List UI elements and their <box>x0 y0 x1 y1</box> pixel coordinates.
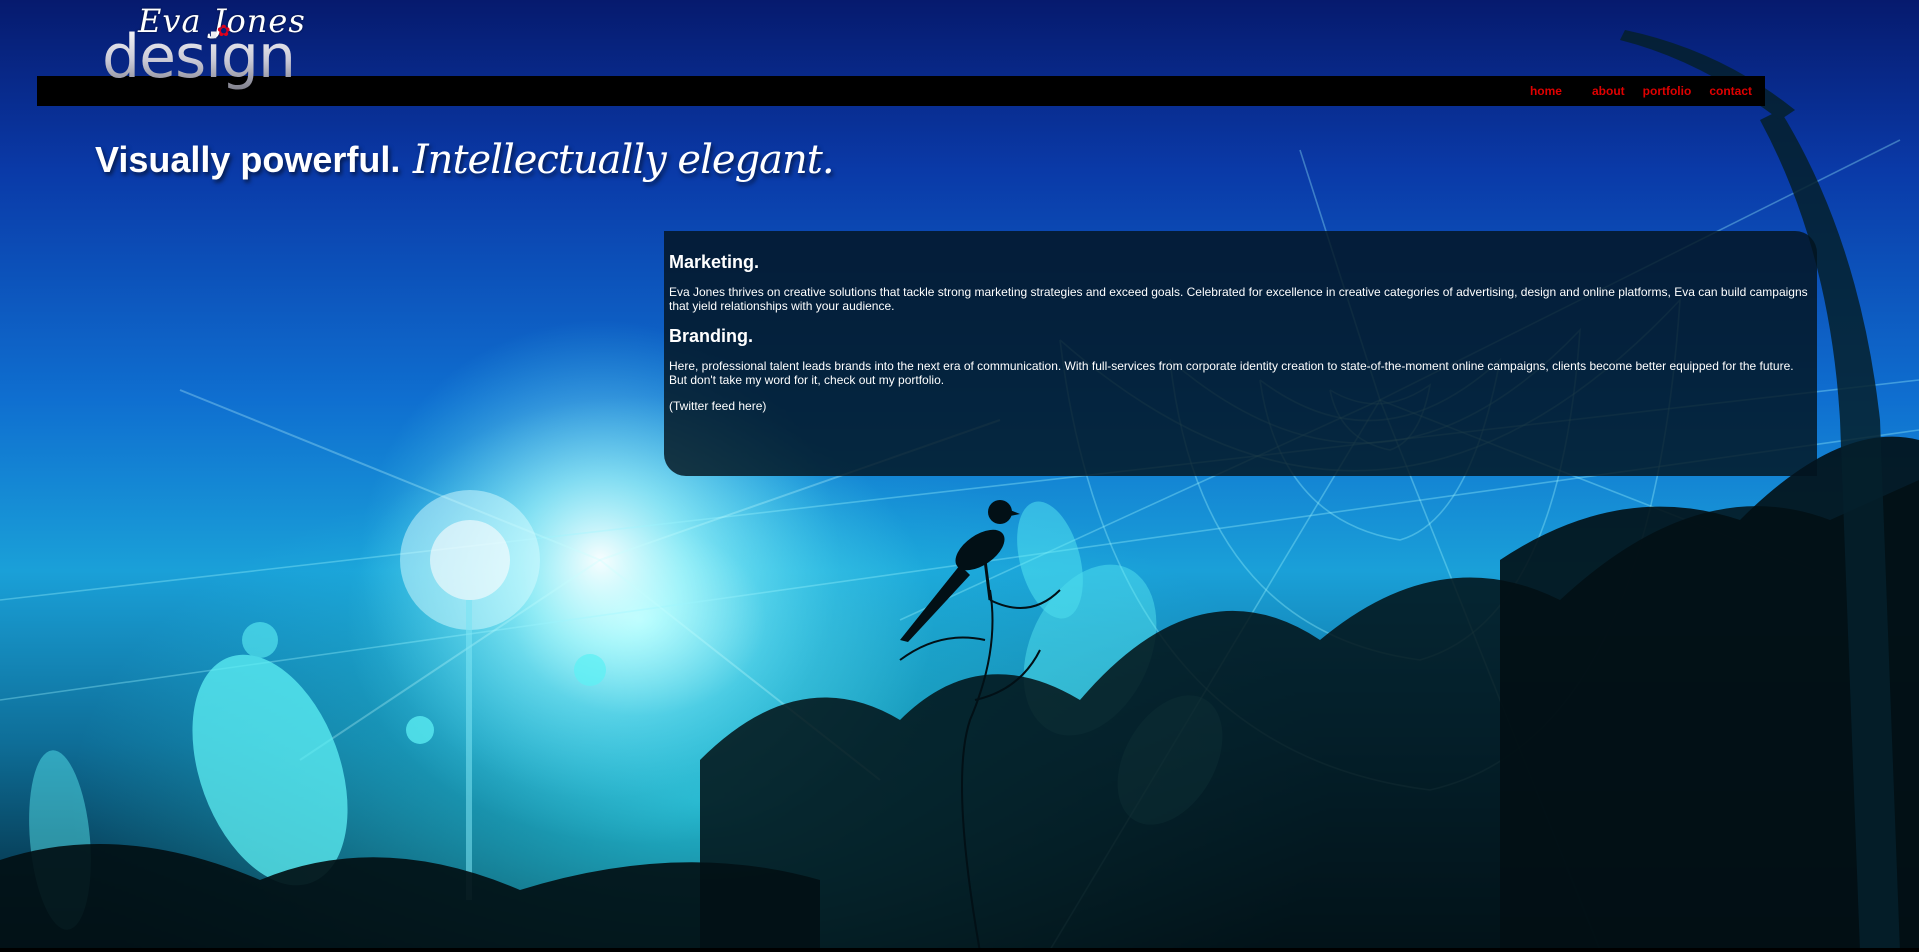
branding-paragraph: Here, professional talent leads brands i… <box>669 359 1794 387</box>
tagline-script-text: Intellectually elegant. <box>412 137 835 183</box>
nav-link-home[interactable]: home <box>1530 84 1562 98</box>
twitter-feed-placeholder: (Twitter feed here) <box>669 399 767 413</box>
nav-link-about[interactable]: about <box>1592 84 1625 98</box>
content-panel: Marketing. Eva Jones thrives on creative… <box>664 231 1817 476</box>
tagline-bold-text: Visually powerful. <box>95 139 401 180</box>
nav-link-contact[interactable]: contact <box>1709 84 1752 98</box>
logo-design-text: design <box>102 22 296 92</box>
nav-links: home about portfolio contact <box>1530 76 1752 106</box>
bottom-strip <box>0 948 1919 952</box>
nav-link-portfolio[interactable]: portfolio <box>1643 84 1692 98</box>
branding-heading: Branding. <box>669 326 753 346</box>
marketing-heading: Marketing. <box>669 252 760 272</box>
marketing-paragraph: Eva Jones thrives on creative solutions … <box>669 285 1808 313</box>
site-logo[interactable]: Eva Jones ✿ design <box>100 0 320 100</box>
hero-tagline: Visually powerful. Intellectually elegan… <box>95 137 835 183</box>
